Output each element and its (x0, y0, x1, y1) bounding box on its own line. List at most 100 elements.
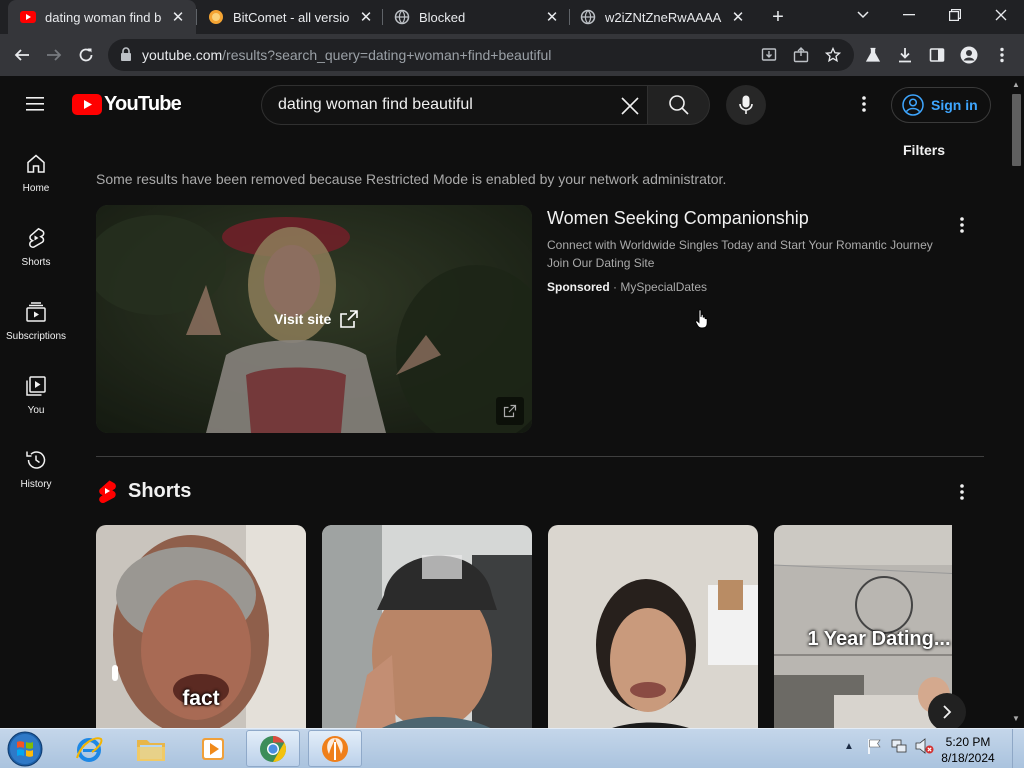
globe-icon (394, 9, 410, 25)
internet-explorer-icon (76, 736, 103, 762)
tab-bitcomet[interactable]: BitComet - all versions ✕ (196, 0, 384, 34)
url-path: /results?search_query=dating+woman+find+… (222, 47, 552, 63)
scrollbar-thumb[interactable] (1012, 94, 1021, 166)
search-input[interactable]: dating woman find beautiful (261, 85, 647, 125)
settings-kebab-icon[interactable] (852, 92, 876, 116)
guide-item-history[interactable]: History (0, 428, 72, 502)
share-icon[interactable] (792, 46, 810, 64)
show-desktop-button[interactable] (1012, 729, 1024, 768)
guide-item-home[interactable]: Home (0, 132, 72, 206)
shorts-heading: Shorts (128, 479, 192, 502)
shorts-icon (29, 227, 45, 248)
youtube-page: YouTube dating woman find beautiful Sign… (0, 76, 1024, 728)
chrome-menu-icon[interactable] (989, 42, 1015, 68)
close-window-icon[interactable] (978, 0, 1024, 30)
guide-item-you[interactable]: You (0, 354, 72, 428)
action-center-flag-icon[interactable] (866, 737, 884, 755)
ad-menu-kebab-icon[interactable] (952, 213, 972, 237)
taskbar-clock[interactable]: 5:20 PM 8/18/2024 (930, 734, 1006, 766)
taskbar-chrome[interactable] (246, 730, 300, 767)
close-tab-icon[interactable]: ✕ (544, 8, 560, 26)
short-video-2[interactable] (322, 525, 532, 728)
youtube-play-logo-icon (72, 94, 102, 115)
tab-youtube[interactable]: dating woman find beautiful - YouTube ✕ (8, 0, 196, 34)
shelf-next-button[interactable] (928, 693, 966, 728)
shorts-logo-icon (99, 480, 116, 503)
download-icon[interactable] (892, 42, 918, 68)
sign-in-button[interactable]: Sign in (891, 87, 991, 123)
close-tab-icon[interactable]: ✕ (170, 8, 186, 26)
profile-avatar-icon[interactable] (956, 42, 982, 68)
short-video-1[interactable]: fact (96, 525, 306, 728)
taskbar-bitcomet[interactable] (308, 730, 362, 767)
ad-title[interactable]: Women Seeking Companionship (547, 208, 809, 229)
tab-blocked[interactable]: Blocked ✕ (382, 0, 570, 34)
screen: dating woman find beautiful - YouTube ✕ … (0, 0, 1024, 768)
logo-text: YouTube (104, 93, 182, 115)
tab-title: w2iZNtZneRwAAAABJRU5 (605, 9, 722, 25)
masthead: YouTube dating woman find beautiful Sign… (0, 76, 1008, 132)
short-caption: 1 Year Dating... (807, 628, 951, 650)
guide-item-subscriptions[interactable]: Subscriptions (0, 280, 72, 354)
shorts-menu-kebab-icon[interactable] (952, 480, 972, 504)
guide-item-label: Shorts (21, 257, 51, 268)
ad-open-external-icon[interactable] (496, 397, 524, 425)
microphone-icon (739, 95, 753, 114)
reload-icon[interactable] (73, 42, 99, 68)
short-thumbnail (548, 525, 758, 728)
ad-meta: Sponsored · MySpecialDates (547, 280, 707, 294)
back-arrow-icon[interactable] (9, 42, 35, 68)
taskbar-internet-explorer[interactable] (62, 730, 116, 767)
ad-thumbnail[interactable]: Visit site (96, 205, 532, 433)
short-video-4[interactable]: 1 Year Dating... (774, 525, 952, 728)
clear-search-icon[interactable] (617, 93, 643, 119)
browser-toolbar: youtube.com/results?search_query=dating+… (0, 34, 1024, 76)
system-tray: ▲ (844, 737, 934, 755)
close-tab-icon[interactable]: ✕ (358, 8, 374, 26)
address-bar[interactable]: youtube.com/results?search_query=dating+… (108, 39, 854, 71)
taskbar-media-player[interactable] (186, 730, 240, 767)
visit-site-link[interactable]: Visit site (274, 309, 359, 329)
restore-icon[interactable] (932, 0, 978, 30)
account-circle-icon (902, 94, 924, 116)
voice-search-button[interactable] (726, 85, 766, 125)
show-hidden-icons-icon[interactable]: ▲ (844, 741, 858, 752)
tab-title: BitComet - all versions (233, 9, 350, 25)
bookmark-star-icon[interactable] (824, 46, 842, 64)
windows-logo-icon (7, 731, 43, 767)
url-text: youtube.com/results?search_query=dating+… (142, 47, 551, 63)
home-icon (27, 154, 45, 173)
meta-separator: · (613, 280, 618, 294)
tab-search-icon[interactable] (840, 0, 886, 30)
guide-item-shorts[interactable]: Shorts (0, 206, 72, 280)
labs-flask-icon[interactable] (860, 42, 886, 68)
scroll-down-arrow-icon[interactable]: ▼ (1012, 714, 1020, 723)
search-button[interactable] (647, 85, 710, 125)
start-button[interactable] (4, 730, 46, 768)
advertiser-name[interactable]: MySpecialDates (620, 280, 707, 294)
chevron-right-icon (943, 705, 952, 719)
sponsored-result[interactable]: Visit site Women Seeking Companionship C… (96, 205, 984, 433)
short-video-3[interactable] (548, 525, 758, 728)
install-app-icon[interactable] (760, 46, 778, 64)
guide-item-label: You (27, 405, 45, 416)
scroll-up-arrow-icon[interactable]: ▲ (1012, 80, 1020, 89)
tab-image[interactable]: w2iZNtZneRwAAAABJRU5 ✕ (568, 0, 756, 34)
minimize-icon[interactable] (886, 0, 932, 30)
close-tab-icon[interactable]: ✕ (730, 8, 746, 26)
browser-tab-strip: dating woman find beautiful - YouTube ✕ … (0, 0, 1024, 34)
network-icon[interactable] (890, 737, 908, 755)
visit-site-label: Visit site (274, 311, 332, 327)
new-tab-button[interactable]: + (768, 5, 788, 29)
youtube-logo[interactable]: YouTube (72, 93, 182, 116)
page-scrollbar[interactable]: ▲ ▼ (1008, 76, 1024, 728)
filters-button[interactable]: Filters (903, 142, 945, 158)
search-icon (668, 95, 689, 115)
forward-arrow-icon[interactable] (41, 42, 67, 68)
taskbar-file-explorer[interactable] (124, 730, 178, 767)
hamburger-menu-icon[interactable] (24, 94, 48, 114)
side-panel-icon[interactable] (924, 42, 950, 68)
lock-icon[interactable] (120, 47, 132, 67)
bitcomet-favicon-icon (208, 9, 224, 25)
history-icon (26, 451, 46, 469)
